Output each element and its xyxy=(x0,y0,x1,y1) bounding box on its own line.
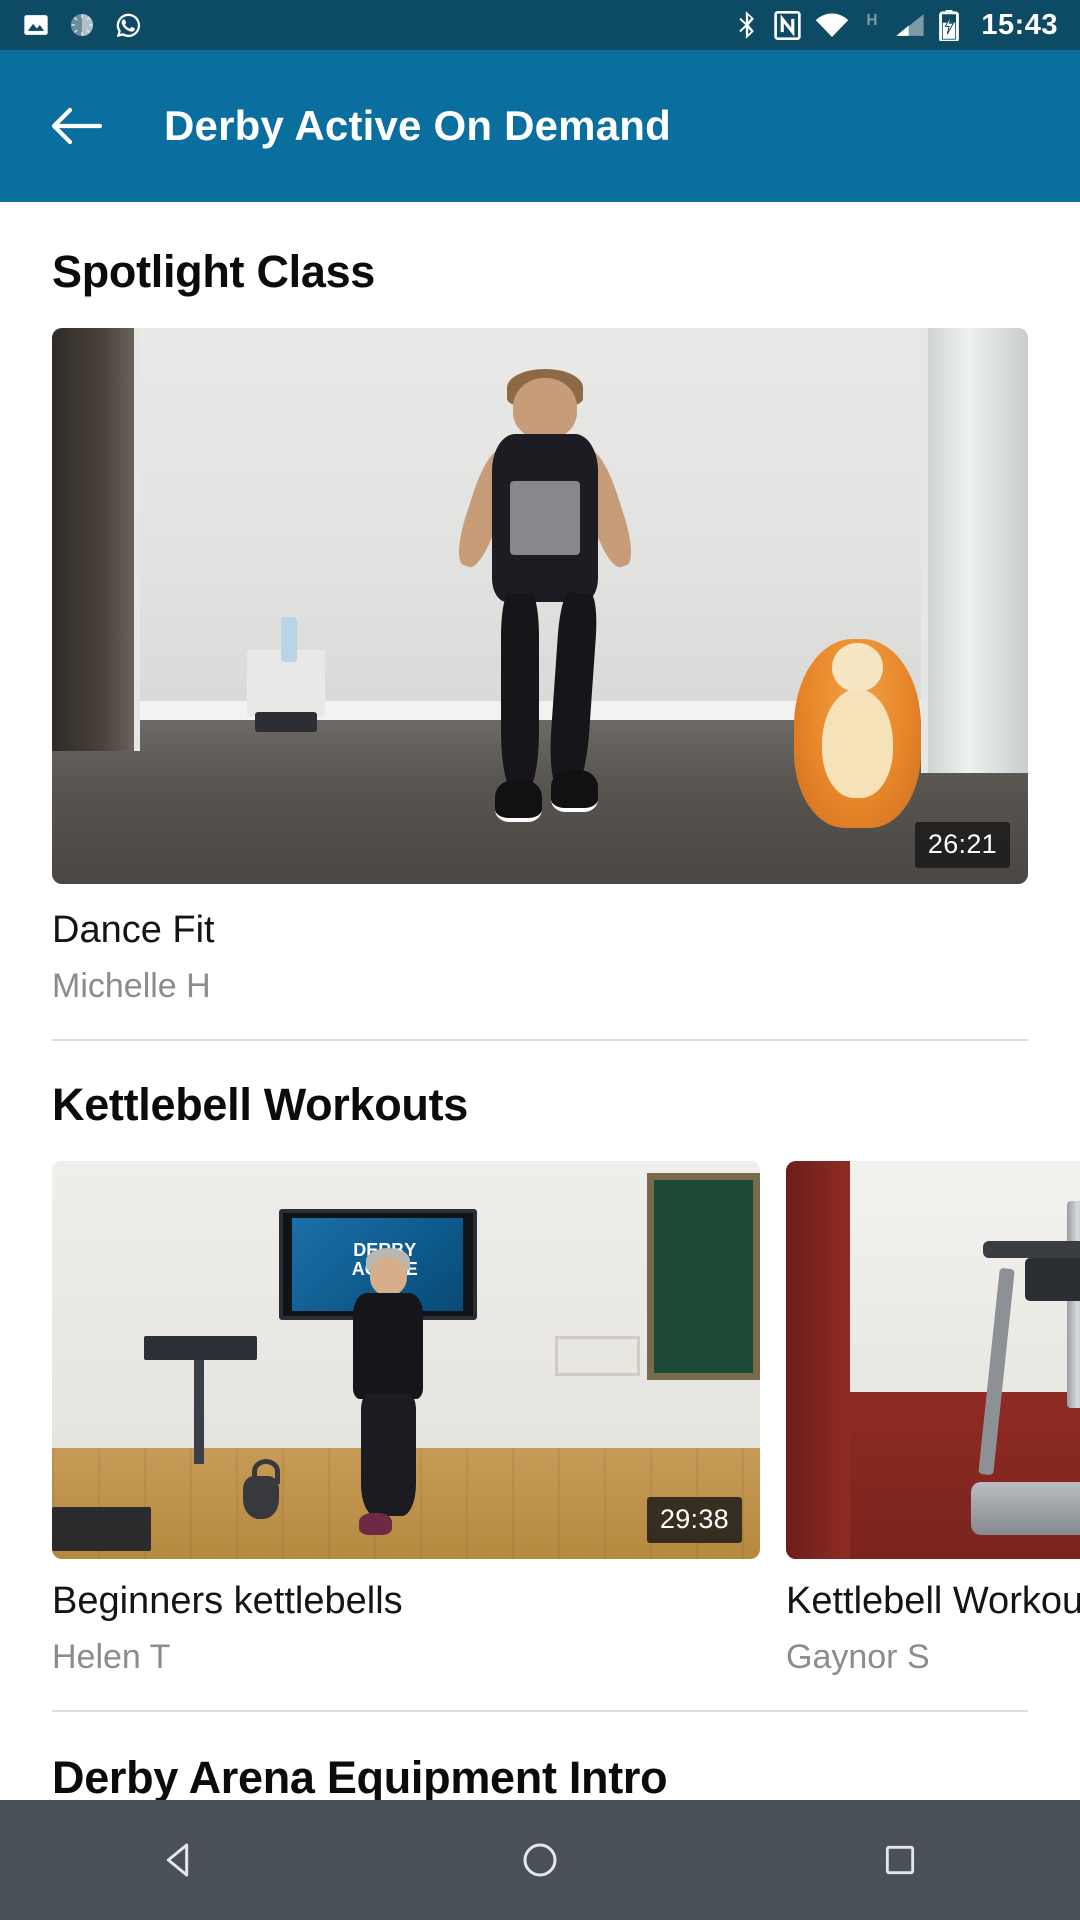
video-meta: Dance Fit Michelle H xyxy=(52,884,1028,1005)
page-title: Derby Active On Demand xyxy=(164,102,671,149)
back-arrow-icon xyxy=(50,104,102,148)
video-meta: Kettlebell Workout Gaynor S xyxy=(786,1559,1080,1676)
status-bar: H 15:43 xyxy=(0,0,1080,50)
signal-icon xyxy=(895,11,925,39)
video-title: Beginners kettlebells xyxy=(52,1580,403,1623)
section-heading: Spotlight Class xyxy=(52,246,376,297)
status-bar-left-icons xyxy=(22,11,143,40)
section-kettlebell-workouts: Kettlebell Workouts DERBY ACTIVE xyxy=(0,1041,1080,1713)
nav-home-button[interactable] xyxy=(480,1800,600,1920)
nav-recents-button[interactable] xyxy=(840,1800,960,1920)
network-h-icon: H xyxy=(863,11,881,39)
battery-charging-icon xyxy=(939,9,960,41)
video-instructor: Gaynor S xyxy=(786,1637,930,1676)
nav-back-button[interactable] xyxy=(120,1800,240,1920)
duration-badge: 26:21 xyxy=(914,822,1010,868)
section-spotlight-class: Spotlight Class 26:21 Dance Fit Michelle… xyxy=(0,202,1080,1042)
video-instructor: Michelle H xyxy=(52,966,211,1005)
wifi-icon xyxy=(815,11,849,39)
section-heading-partial: Derby Arena Equipment Intro xyxy=(52,1752,668,1804)
photo-icon xyxy=(22,11,50,39)
svg-text:H: H xyxy=(867,12,878,29)
back-triangle-icon xyxy=(160,1840,200,1880)
video-title: Dance Fit xyxy=(52,909,215,951)
thumbnail-image xyxy=(52,328,1028,884)
recents-square-icon xyxy=(881,1841,919,1879)
video-instructor: Helen T xyxy=(52,1637,171,1676)
video-title: Kettlebell Workout xyxy=(786,1580,1080,1623)
video-card-kettlebell-workout[interactable]: Kettlebell Workout Gaynor S xyxy=(786,1161,1080,1676)
content-scroll-area[interactable]: Spotlight Class 26:21 Dance Fit Michelle… xyxy=(0,202,1080,1920)
video-card-dance-fit[interactable]: 26:21 Dance Fit Michelle H xyxy=(0,328,1080,1005)
nfc-icon xyxy=(774,10,802,40)
bluetooth-icon xyxy=(734,10,760,40)
clock: 15:43 xyxy=(981,8,1058,41)
android-navigation-bar xyxy=(0,1800,1080,1920)
app-bar: Derby Active On Demand xyxy=(0,50,1080,202)
thumbnail-image xyxy=(786,1161,1080,1560)
video-thumbnail[interactable]: 26:21 xyxy=(52,328,1028,884)
status-bar-right-icons: H 15:43 xyxy=(734,9,1058,42)
home-circle-icon xyxy=(520,1840,560,1880)
sync-progress-icon xyxy=(68,11,96,39)
back-button[interactable] xyxy=(40,90,112,162)
video-card-beginners-kettlebells[interactable]: DERBY ACTIVE 29:38 Beginners kettlebells xyxy=(52,1161,760,1676)
duration-badge: 29:38 xyxy=(646,1497,742,1544)
section-heading: Kettlebell Workouts xyxy=(52,1079,469,1131)
video-carousel[interactable]: DERBY ACTIVE 29:38 Beginners kettlebells xyxy=(0,1161,1080,1676)
video-meta: Beginners kettlebells Helen T xyxy=(52,1559,760,1676)
video-thumbnail[interactable] xyxy=(786,1161,1080,1560)
whatsapp-icon xyxy=(114,11,143,40)
video-thumbnail[interactable]: DERBY ACTIVE 29:38 xyxy=(52,1161,760,1560)
